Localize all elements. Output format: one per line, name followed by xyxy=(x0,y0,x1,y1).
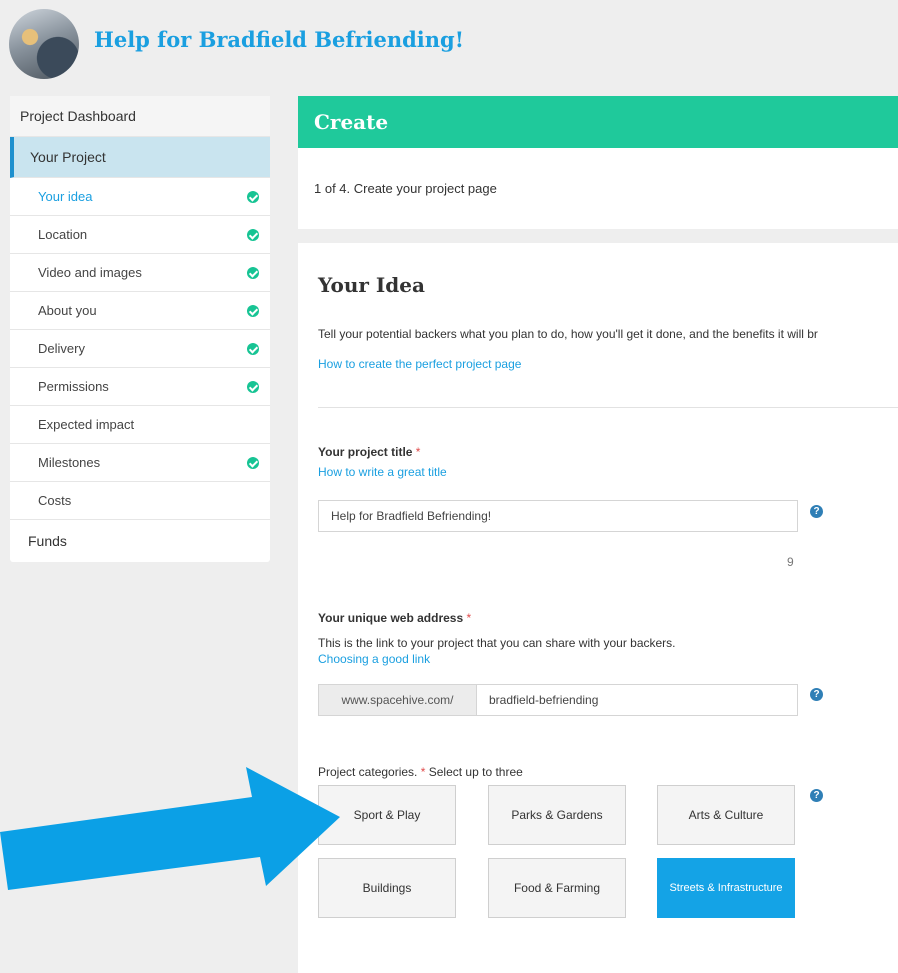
your-idea-card: Your Idea Tell your potential backers wh… xyxy=(298,243,898,973)
question-circle-icon[interactable]: ? xyxy=(810,505,823,518)
web-address-label-text: Your unique web address xyxy=(318,611,464,625)
required-marker: * xyxy=(415,445,421,459)
intro-text: Tell your potential backers what you pla… xyxy=(318,327,818,341)
header: Help for Bradfield Befriending! xyxy=(0,0,898,88)
sidebar-item-label: About you xyxy=(38,303,97,318)
category-arts-culture[interactable]: Arts & Culture xyxy=(657,785,795,845)
sidebar-item-label: Costs xyxy=(38,493,72,508)
sidebar-item-costs[interactable]: Costs xyxy=(10,482,270,520)
web-address-description: This is the link to your project that yo… xyxy=(318,636,676,650)
step-indicator: 1 of 4. Create your project page xyxy=(298,148,898,229)
web-address-label: Your unique web address * xyxy=(318,611,471,625)
character-counter: 9 xyxy=(787,555,794,569)
required-marker: * xyxy=(466,611,472,625)
project-avatar[interactable] xyxy=(9,9,79,79)
sidebar-item-permissions[interactable]: Permissions xyxy=(10,368,270,406)
perfect-page-link[interactable]: How to create the perfect project page xyxy=(318,357,521,371)
url-prefix: www.spacehive.com/ xyxy=(318,684,477,716)
sidebar-item-dashboard[interactable]: Project Dashboard xyxy=(10,96,270,137)
sidebar-item-expected-impact[interactable]: Expected impact xyxy=(10,406,270,444)
arrow-right-icon xyxy=(0,767,340,890)
section-title: Your Idea xyxy=(318,273,425,297)
check-circle-icon xyxy=(247,380,259,393)
check-circle-icon xyxy=(247,456,259,469)
sidebar-item-label: Your idea xyxy=(38,189,93,204)
sidebar-item-location[interactable]: Location xyxy=(10,216,270,254)
web-address-input[interactable]: bradfield-befriending xyxy=(476,684,798,716)
create-heading: Create xyxy=(298,96,898,148)
project-title: Help for Bradfield Befriending! xyxy=(94,27,464,52)
sidebar-item-milestones[interactable]: Milestones xyxy=(10,444,270,482)
required-marker: * xyxy=(420,765,426,779)
sidebar-item-funds[interactable]: Funds xyxy=(10,520,270,562)
sidebar-item-label: Milestones xyxy=(38,455,101,470)
sidebar-item-delivery[interactable]: Delivery xyxy=(10,330,270,368)
title-field-label: Your project title * xyxy=(318,445,420,459)
sidebar: Project Dashboard Your Project Your idea… xyxy=(10,96,270,562)
question-circle-icon[interactable]: ? xyxy=(810,688,823,701)
sidebar-item-label: Permissions xyxy=(38,379,109,394)
sidebar-item-your-project[interactable]: Your Project xyxy=(10,137,270,178)
title-label-text: Your project title xyxy=(318,445,413,459)
main-content: Create 1 of 4. Create your project page … xyxy=(298,96,898,973)
divider xyxy=(318,407,898,408)
check-circle-icon xyxy=(247,228,259,241)
check-circle-icon xyxy=(247,304,259,317)
check-circle-icon xyxy=(247,266,259,279)
good-link-link[interactable]: Choosing a good link xyxy=(318,652,430,666)
categories-hint: Select up to three xyxy=(428,765,523,779)
question-circle-icon[interactable]: ? xyxy=(810,789,823,802)
check-circle-icon xyxy=(247,342,259,355)
category-food-farming[interactable]: Food & Farming xyxy=(488,858,626,918)
category-streets-infrastructure[interactable]: Streets & Infrastructure xyxy=(657,858,795,918)
great-title-link[interactable]: How to write a great title xyxy=(318,465,447,479)
sidebar-item-your-idea[interactable]: Your idea xyxy=(10,178,270,216)
sidebar-item-label: Delivery xyxy=(38,341,85,356)
category-parks-gardens[interactable]: Parks & Gardens xyxy=(488,785,626,845)
sidebar-item-label: Video and images xyxy=(38,265,142,280)
sidebar-item-label: Expected impact xyxy=(38,417,135,432)
sidebar-item-video-images[interactable]: Video and images xyxy=(10,254,270,292)
project-title-input[interactable]: Help for Bradfield Befriending! xyxy=(318,500,798,532)
web-address-value: bradfield-befriending xyxy=(489,693,599,707)
project-title-value: Help for Bradfield Befriending! xyxy=(331,509,492,523)
sidebar-item-label: Location xyxy=(38,227,88,242)
check-circle-icon xyxy=(247,190,259,203)
sidebar-item-about-you[interactable]: About you xyxy=(10,292,270,330)
